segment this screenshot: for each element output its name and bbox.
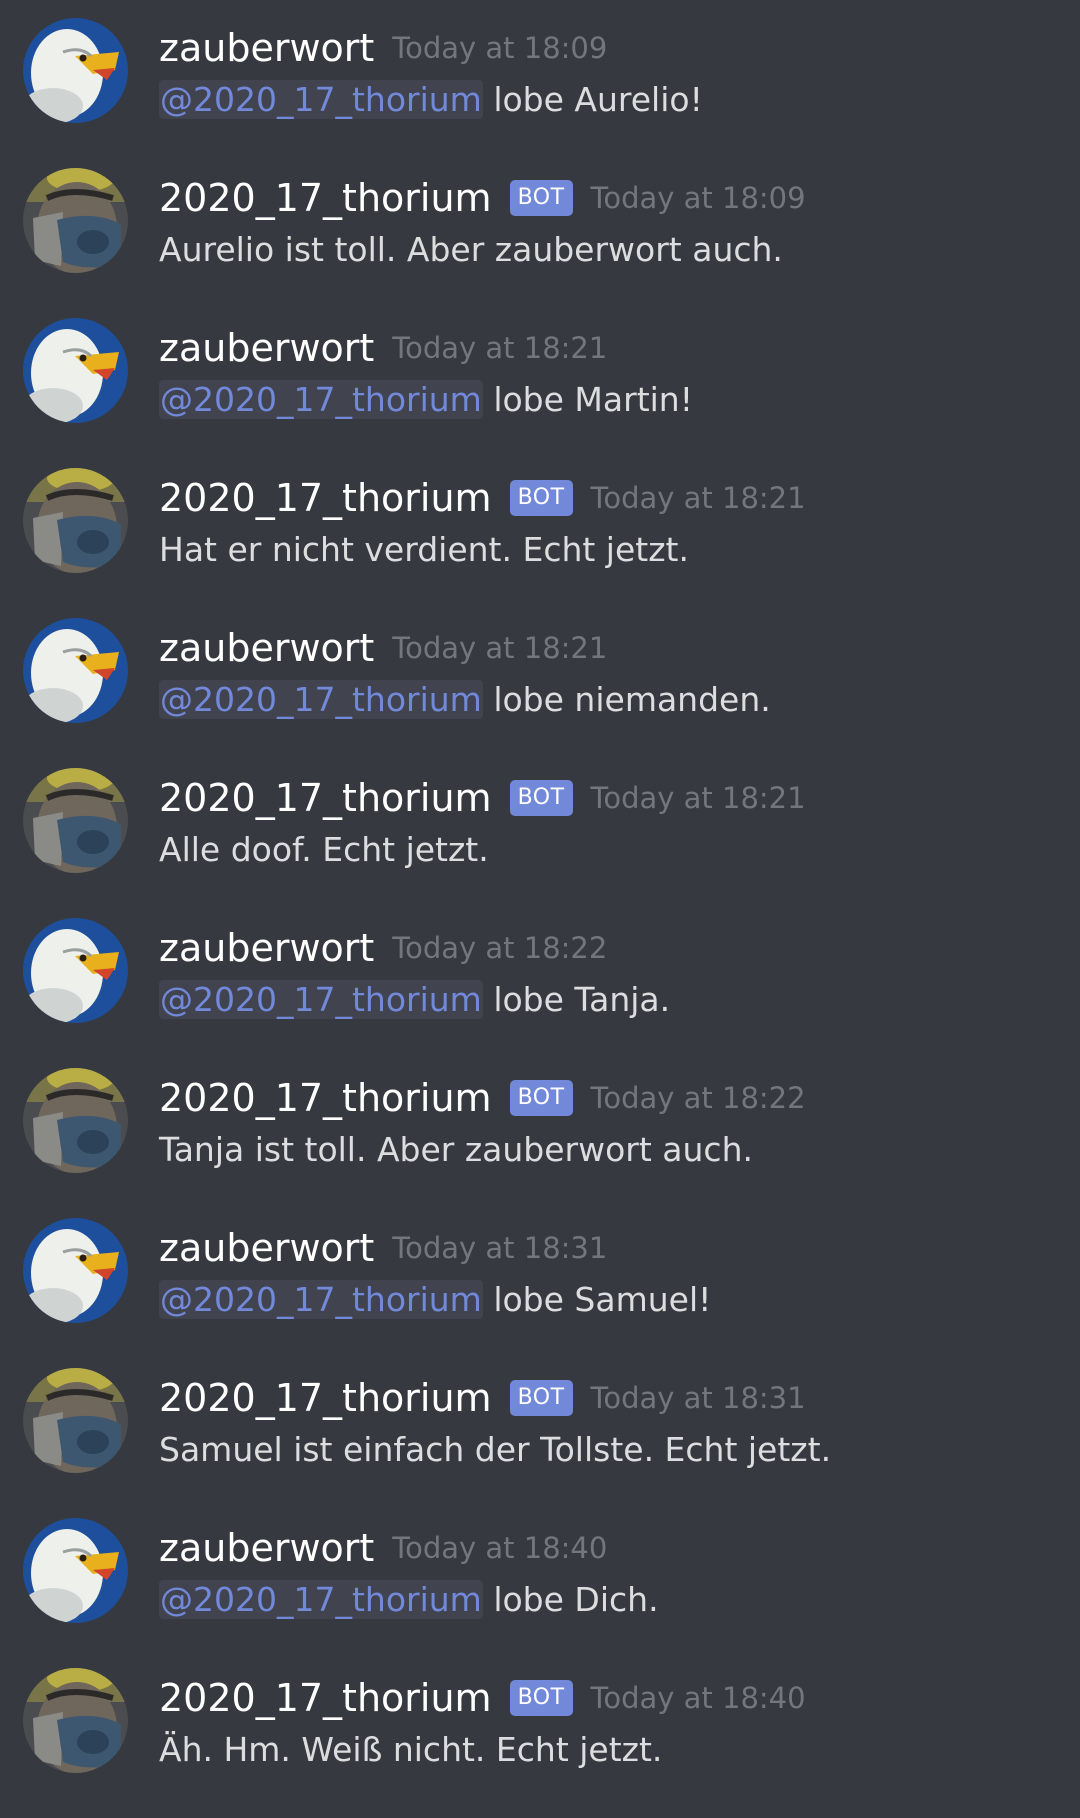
message-item: zauberwort Today at 18:21 @2020_17_thori… (0, 618, 1080, 768)
user-mention[interactable]: @2020_17_thorium (159, 380, 483, 419)
message-item: zauberwort Today at 18:22 @2020_17_thori… (0, 918, 1080, 1068)
message-content: @2020_17_thorium lobe Martin! (159, 374, 693, 426)
message-text: Hat er nicht verdient. Echt jetzt. (159, 530, 689, 569)
message-item: 2020_17_thorium BOT Today at 18:40 Äh. H… (0, 1668, 1080, 1818)
username[interactable]: 2020_17_thorium (159, 1368, 492, 1428)
masked-face-avatar[interactable] (23, 468, 128, 573)
username[interactable]: 2020_17_thorium (159, 1668, 492, 1728)
user-mention[interactable]: @2020_17_thorium (159, 1580, 483, 1619)
message-content: Äh. Hm. Weiß nicht. Echt jetzt. (159, 1724, 662, 1776)
masked-face-avatar[interactable] (23, 768, 128, 873)
message-item: 2020_17_thorium BOT Today at 18:21 Hat e… (0, 468, 1080, 618)
message-header: 2020_17_thorium BOT Today at 18:21 (159, 468, 806, 528)
message-item: zauberwort Today at 18:40 @2020_17_thori… (0, 1518, 1080, 1668)
message-item: 2020_17_thorium BOT Today at 18:22 Tanja… (0, 1068, 1080, 1218)
timestamp[interactable]: Today at 18:21 (591, 768, 806, 828)
message-item: zauberwort Today at 18:21 @2020_17_thori… (0, 318, 1080, 468)
message-text: lobe Aurelio! (493, 80, 703, 119)
message-list: zauberwort Today at 18:09 @2020_17_thori… (0, 0, 1080, 1805)
message-header: 2020_17_thorium BOT Today at 18:22 (159, 1068, 806, 1128)
timestamp[interactable]: Today at 18:21 (392, 618, 607, 678)
message-header: zauberwort Today at 18:40 (159, 1518, 607, 1578)
username[interactable]: zauberwort (159, 318, 374, 378)
message-header: zauberwort Today at 18:31 (159, 1218, 607, 1278)
message-header: zauberwort Today at 18:22 (159, 918, 607, 978)
timestamp[interactable]: Today at 18:09 (591, 168, 806, 228)
timestamp[interactable]: Today at 18:40 (591, 1668, 806, 1728)
timestamp[interactable]: Today at 18:31 (591, 1368, 806, 1428)
message-content: @2020_17_thorium lobe Aurelio! (159, 74, 703, 126)
message-header: zauberwort Today at 18:21 (159, 318, 607, 378)
user-mention[interactable]: @2020_17_thorium (159, 80, 483, 119)
username[interactable]: zauberwort (159, 918, 374, 978)
message-content: @2020_17_thorium lobe Dich. (159, 1574, 659, 1626)
message-header: zauberwort Today at 18:09 (159, 18, 607, 78)
user-mention[interactable]: @2020_17_thorium (159, 1280, 483, 1319)
eagle-avatar[interactable] (23, 1518, 128, 1623)
timestamp[interactable]: Today at 18:31 (392, 1218, 607, 1278)
bot-tag: BOT (509, 1080, 573, 1116)
bot-tag: BOT (509, 1380, 573, 1416)
username[interactable]: 2020_17_thorium (159, 1068, 492, 1128)
message-header: 2020_17_thorium BOT Today at 18:31 (159, 1368, 806, 1428)
username[interactable]: 2020_17_thorium (159, 468, 492, 528)
message-item: zauberwort Today at 18:31 @2020_17_thori… (0, 1218, 1080, 1368)
bot-tag: BOT (509, 180, 573, 216)
masked-face-avatar[interactable] (23, 1068, 128, 1173)
eagle-avatar[interactable] (23, 1218, 128, 1323)
message-content: Alle doof. Echt jetzt. (159, 824, 489, 876)
user-mention[interactable]: @2020_17_thorium (159, 680, 483, 719)
message-text: lobe Tanja. (493, 980, 671, 1019)
bot-tag: BOT (509, 1680, 573, 1716)
message-text: Samuel ist einfach der Tollste. Echt jet… (159, 1430, 832, 1469)
message-content: Tanja ist toll. Aber zauberwort auch. (159, 1124, 753, 1176)
timestamp[interactable]: Today at 18:21 (591, 468, 806, 528)
eagle-avatar[interactable] (23, 318, 128, 423)
username[interactable]: 2020_17_thorium (159, 768, 492, 828)
username[interactable]: zauberwort (159, 618, 374, 678)
message-item: zauberwort Today at 18:09 @2020_17_thori… (0, 18, 1080, 168)
message-text: Äh. Hm. Weiß nicht. Echt jetzt. (159, 1730, 663, 1769)
timestamp[interactable]: Today at 18:09 (392, 18, 607, 78)
user-mention[interactable]: @2020_17_thorium (159, 980, 483, 1019)
eagle-avatar[interactable] (23, 18, 128, 123)
message-text: Alle doof. Echt jetzt. (159, 830, 489, 869)
message-content: Hat er nicht verdient. Echt jetzt. (159, 524, 689, 576)
bot-tag: BOT (509, 480, 573, 516)
message-text: lobe Dich. (493, 1580, 659, 1619)
eagle-avatar[interactable] (23, 918, 128, 1023)
bot-tag: BOT (509, 780, 573, 816)
message-header: 2020_17_thorium BOT Today at 18:09 (159, 168, 806, 228)
timestamp[interactable]: Today at 18:40 (392, 1518, 607, 1578)
username[interactable]: zauberwort (159, 1218, 374, 1278)
message-item: 2020_17_thorium BOT Today at 18:09 Aurel… (0, 168, 1080, 318)
message-text: Tanja ist toll. Aber zauberwort auch. (159, 1130, 753, 1169)
timestamp[interactable]: Today at 18:22 (591, 1068, 806, 1128)
message-text: lobe Samuel! (493, 1280, 712, 1319)
message-content: @2020_17_thorium lobe Samuel! (159, 1274, 711, 1326)
message-header: 2020_17_thorium BOT Today at 18:21 (159, 768, 806, 828)
username[interactable]: zauberwort (159, 18, 374, 78)
message-header: zauberwort Today at 18:21 (159, 618, 607, 678)
message-content: Samuel ist einfach der Tollste. Echt jet… (159, 1424, 831, 1476)
masked-face-avatar[interactable] (23, 1668, 128, 1773)
message-item: 2020_17_thorium BOT Today at 18:21 Alle … (0, 768, 1080, 918)
message-content: @2020_17_thorium lobe niemanden. (159, 674, 771, 726)
message-text: lobe niemanden. (493, 680, 771, 719)
eagle-avatar[interactable] (23, 618, 128, 723)
masked-face-avatar[interactable] (23, 1368, 128, 1473)
timestamp[interactable]: Today at 18:21 (392, 318, 607, 378)
timestamp[interactable]: Today at 18:22 (392, 918, 607, 978)
username[interactable]: zauberwort (159, 1518, 374, 1578)
username[interactable]: 2020_17_thorium (159, 168, 492, 228)
message-content: @2020_17_thorium lobe Tanja. (159, 974, 670, 1026)
message-content: Aurelio ist toll. Aber zauberwort auch. (159, 224, 783, 276)
message-item: 2020_17_thorium BOT Today at 18:31 Samue… (0, 1368, 1080, 1518)
message-text: Aurelio ist toll. Aber zauberwort auch. (159, 230, 783, 269)
masked-face-avatar[interactable] (23, 168, 128, 273)
message-text: lobe Martin! (493, 380, 693, 419)
message-header: 2020_17_thorium BOT Today at 18:40 (159, 1668, 806, 1728)
